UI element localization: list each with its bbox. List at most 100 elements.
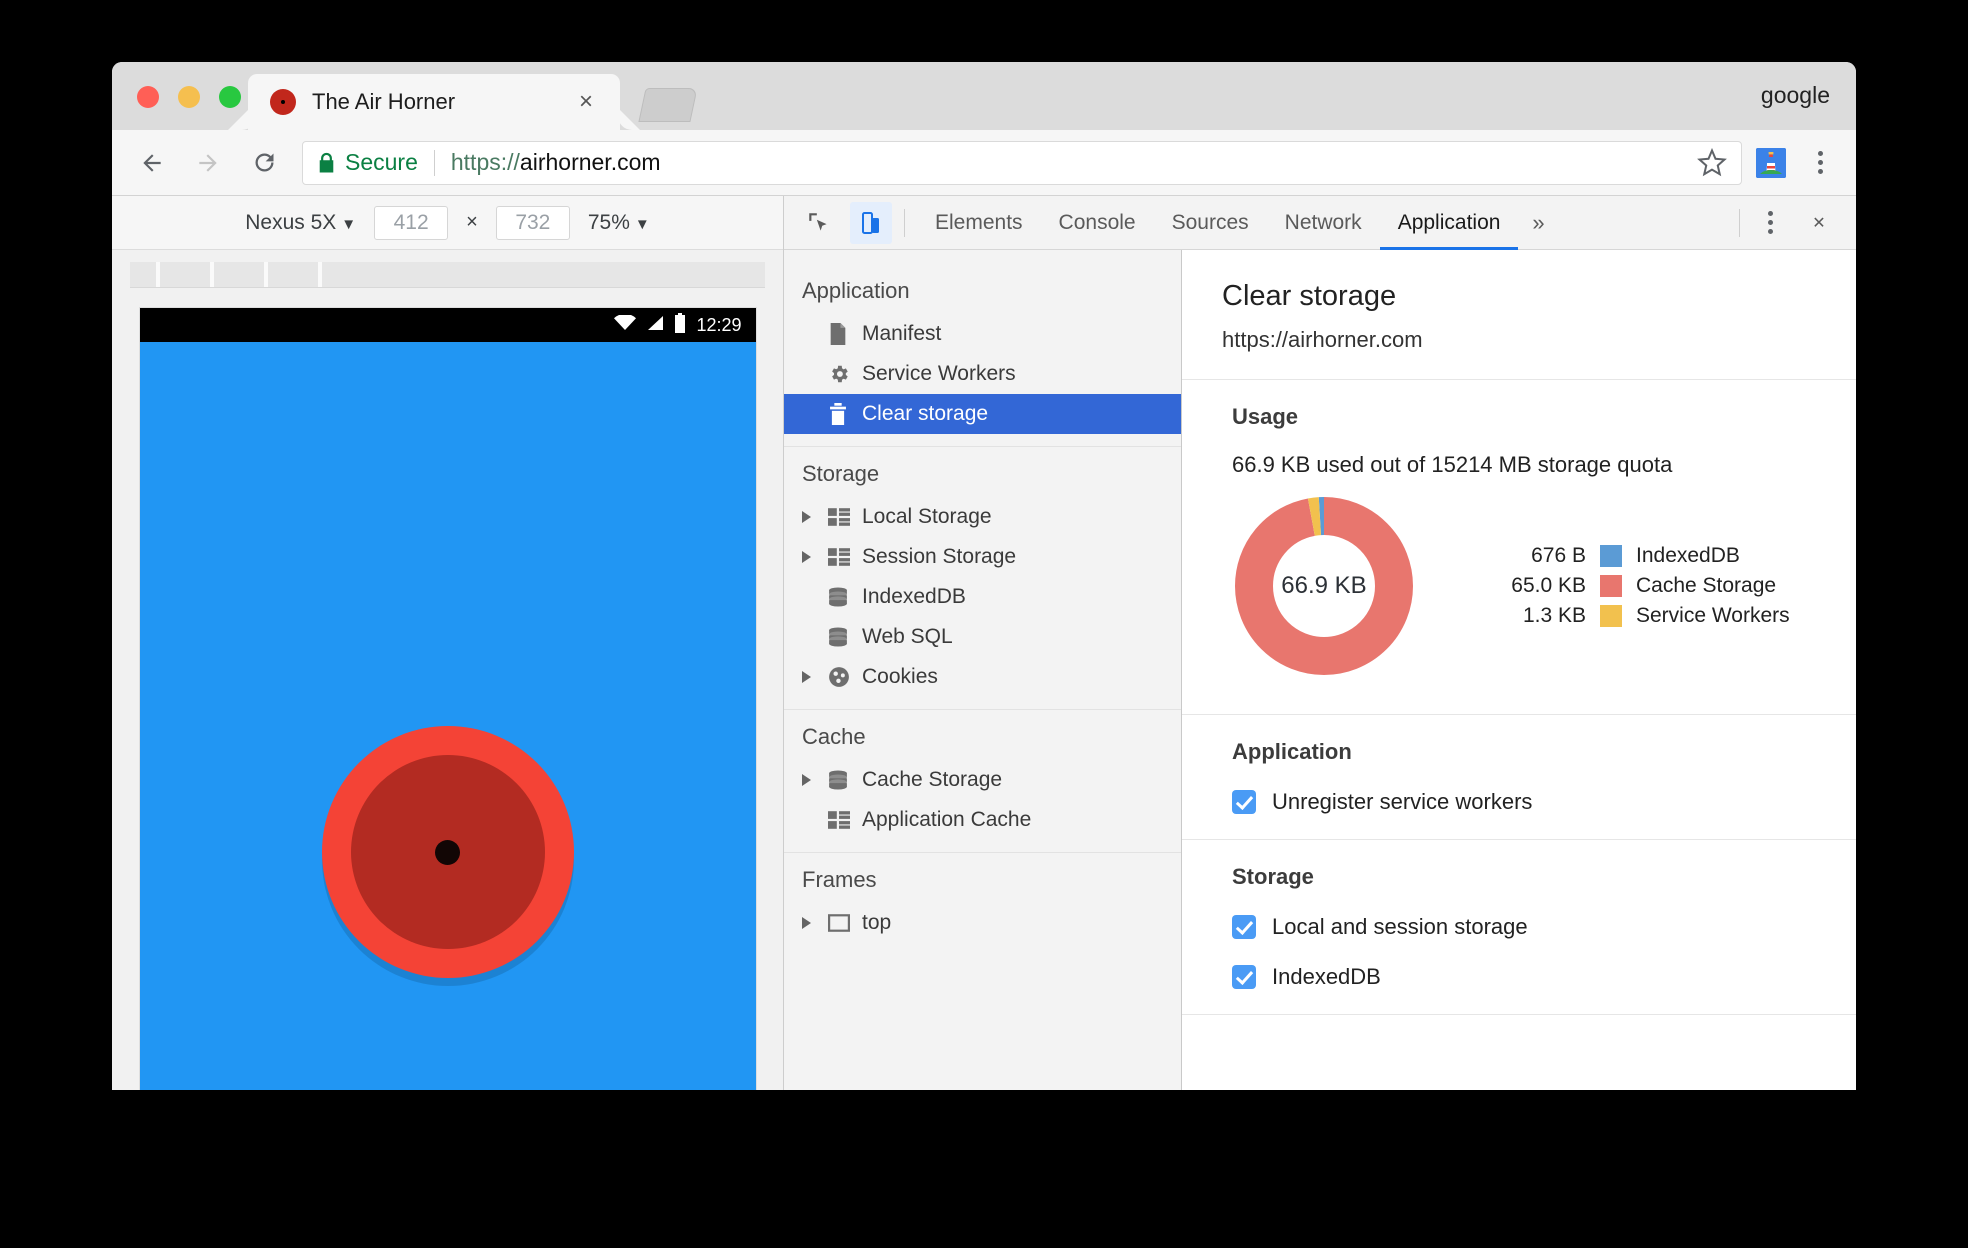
toolbar-divider bbox=[1739, 208, 1740, 237]
tab-console[interactable]: Console bbox=[1041, 196, 1154, 250]
sidebar-item-application-cache[interactable]: Application Cache bbox=[784, 800, 1181, 840]
lighthouse-extension-icon[interactable] bbox=[1756, 147, 1786, 178]
panel-header: Clear storage https://airhorner.com bbox=[1182, 250, 1856, 380]
legend-item: 676 B IndexedDB bbox=[1482, 541, 1790, 571]
usage-section: Usage 66.9 KB used out of 15214 MB stora… bbox=[1182, 380, 1856, 715]
devtools-panel: Elements Console Sources Network Applica… bbox=[784, 196, 1856, 1090]
viewport-width-input[interactable]: 412 bbox=[374, 205, 449, 240]
tree-heading: Frames bbox=[802, 867, 877, 892]
viewport-ruler[interactable] bbox=[130, 262, 765, 288]
tab-elements[interactable]: Elements bbox=[917, 196, 1041, 250]
tree-section-cache: Cache Cache Storage Application Cache bbox=[784, 710, 1181, 853]
url-scheme: https:// bbox=[450, 149, 520, 175]
usage-heading: Usage bbox=[1232, 404, 1299, 429]
device-toolbar: Nexus 5X ▼ 412 × 732 75% ▼ bbox=[112, 196, 783, 250]
tab-strip: The Air Horner × google bbox=[112, 62, 1856, 130]
close-tab-icon[interactable]: × bbox=[572, 88, 600, 116]
emulated-page-viewport[interactable]: 12:29 bbox=[139, 308, 756, 1090]
browser-menu-icon[interactable] bbox=[1802, 143, 1838, 183]
battery-icon bbox=[674, 312, 686, 338]
forward-button[interactable] bbox=[186, 141, 230, 185]
sidebar-item-top-frame[interactable]: top bbox=[784, 903, 1181, 943]
sidebar-item-label: Session Storage bbox=[862, 545, 1017, 568]
zoom-selector[interactable]: 75% ▼ bbox=[588, 211, 650, 235]
tab-sources[interactable]: Sources bbox=[1154, 196, 1267, 250]
tree-heading: Storage bbox=[802, 461, 880, 486]
sidebar-item-label: Manifest bbox=[862, 322, 942, 345]
air-horn-button[interactable] bbox=[321, 726, 574, 978]
devtools-menu-icon[interactable] bbox=[1752, 203, 1788, 243]
address-bar[interactable]: Secure https:// airhorner.com bbox=[302, 140, 1742, 185]
maximize-window-button[interactable] bbox=[219, 86, 241, 108]
browser-window: The Air Horner × google Secure https:// … bbox=[112, 62, 1856, 1090]
device-selector[interactable]: Nexus 5X ▼ bbox=[245, 211, 356, 235]
sidebar-item-label: Service Workers bbox=[862, 362, 1016, 385]
device-toolbar-icon[interactable] bbox=[850, 201, 892, 244]
sidebar-item-label: Web SQL bbox=[862, 625, 953, 648]
bookmark-star-icon[interactable] bbox=[1697, 147, 1729, 180]
checkbox-unregister-service-workers[interactable] bbox=[1232, 790, 1256, 814]
legend-label: IndexedDB bbox=[1636, 544, 1740, 567]
table-icon bbox=[828, 548, 862, 566]
close-devtools-icon[interactable]: ✕ bbox=[1796, 200, 1842, 246]
sidebar-item-indexeddb[interactable]: IndexedDB bbox=[784, 577, 1181, 617]
air-horn-center-dot bbox=[435, 839, 460, 865]
more-tabs-icon[interactable]: » bbox=[1518, 210, 1558, 236]
tree-section-application: Application Manifest Service Workers Cle… bbox=[784, 264, 1181, 447]
minimize-window-button[interactable] bbox=[178, 86, 200, 108]
tree-section-storage: Storage Local Storage Session Storage In… bbox=[784, 447, 1181, 710]
lock-icon bbox=[317, 152, 336, 174]
chevron-down-icon: ▼ bbox=[634, 215, 650, 233]
profile-name-label[interactable]: google bbox=[1761, 82, 1830, 109]
legend-item: 65.0 KB Cache Storage bbox=[1482, 571, 1790, 601]
inspect-element-icon[interactable] bbox=[798, 202, 840, 244]
expand-arrow-icon[interactable] bbox=[802, 917, 828, 929]
sidebar-item-service-workers[interactable]: Service Workers bbox=[784, 354, 1181, 394]
sidebar-item-cache-storage[interactable]: Cache Storage bbox=[784, 760, 1181, 800]
browser-tab[interactable]: The Air Horner × bbox=[248, 74, 620, 130]
viewport-container: 12:29 bbox=[112, 288, 783, 1090]
checkbox-local-session-storage[interactable] bbox=[1232, 915, 1256, 939]
usage-donut-chart: 66.9 KB bbox=[1230, 492, 1418, 680]
tab-application[interactable]: Application bbox=[1380, 196, 1519, 250]
checkbox-indexeddb[interactable] bbox=[1232, 965, 1256, 989]
reload-button[interactable] bbox=[242, 141, 286, 185]
sidebar-item-label: Application Cache bbox=[862, 808, 1032, 831]
viewport-height-input[interactable]: 732 bbox=[495, 205, 570, 240]
database-icon bbox=[828, 587, 862, 607]
sidebar-item-manifest[interactable]: Manifest bbox=[784, 314, 1181, 354]
sidebar-item-label: Cache Storage bbox=[862, 768, 1003, 791]
checkbox-row-unregister-service-workers[interactable]: Unregister service workers bbox=[1182, 789, 1856, 815]
tab-network[interactable]: Network bbox=[1267, 196, 1380, 250]
sidebar-item-clear-storage[interactable]: Clear storage bbox=[784, 394, 1181, 434]
usage-legend: 676 B IndexedDB 65.0 KB Cache Storage 1.… bbox=[1482, 541, 1790, 631]
omnibox-toolbar: Secure https:// airhorner.com bbox=[112, 130, 1856, 196]
checkbox-row-indexeddb[interactable]: IndexedDB bbox=[1182, 964, 1856, 990]
back-button[interactable] bbox=[130, 141, 174, 185]
database-icon bbox=[828, 770, 862, 790]
checkbox-row-local-session-storage[interactable]: Local and session storage bbox=[1182, 914, 1856, 940]
legend-swatch-service-workers bbox=[1600, 605, 1622, 627]
new-tab-button[interactable] bbox=[638, 88, 698, 122]
url-host: airhorner.com bbox=[519, 149, 661, 175]
chevron-down-icon: ▼ bbox=[341, 215, 357, 233]
sidebar-item-cookies[interactable]: Cookies bbox=[784, 657, 1181, 697]
expand-arrow-icon[interactable] bbox=[802, 671, 828, 683]
sidebar-item-session-storage[interactable]: Session Storage bbox=[784, 537, 1181, 577]
sidebar-item-web-sql[interactable]: Web SQL bbox=[784, 617, 1181, 657]
clear-storage-panel: Clear storage https://airhorner.com Usag… bbox=[1182, 250, 1856, 1090]
desktop-background: The Air Horner × google Secure https:// … bbox=[0, 0, 1968, 1248]
storage-section: Storage Local and session storage Indexe… bbox=[1182, 840, 1856, 1015]
expand-arrow-icon[interactable] bbox=[802, 551, 828, 563]
expand-arrow-icon[interactable] bbox=[802, 774, 828, 786]
sidebar-item-local-storage[interactable]: Local Storage bbox=[784, 497, 1181, 537]
tree-section-frames: Frames top bbox=[784, 853, 1181, 955]
toolbar-divider bbox=[904, 208, 905, 237]
cell-signal-icon bbox=[646, 315, 664, 336]
close-window-button[interactable] bbox=[137, 86, 159, 108]
expand-arrow-icon[interactable] bbox=[802, 511, 828, 523]
frame-icon bbox=[828, 914, 862, 932]
device-name: Nexus 5X bbox=[245, 210, 337, 234]
legend-value: 1.3 KB bbox=[1522, 604, 1586, 627]
window-traffic-lights[interactable] bbox=[137, 86, 241, 108]
